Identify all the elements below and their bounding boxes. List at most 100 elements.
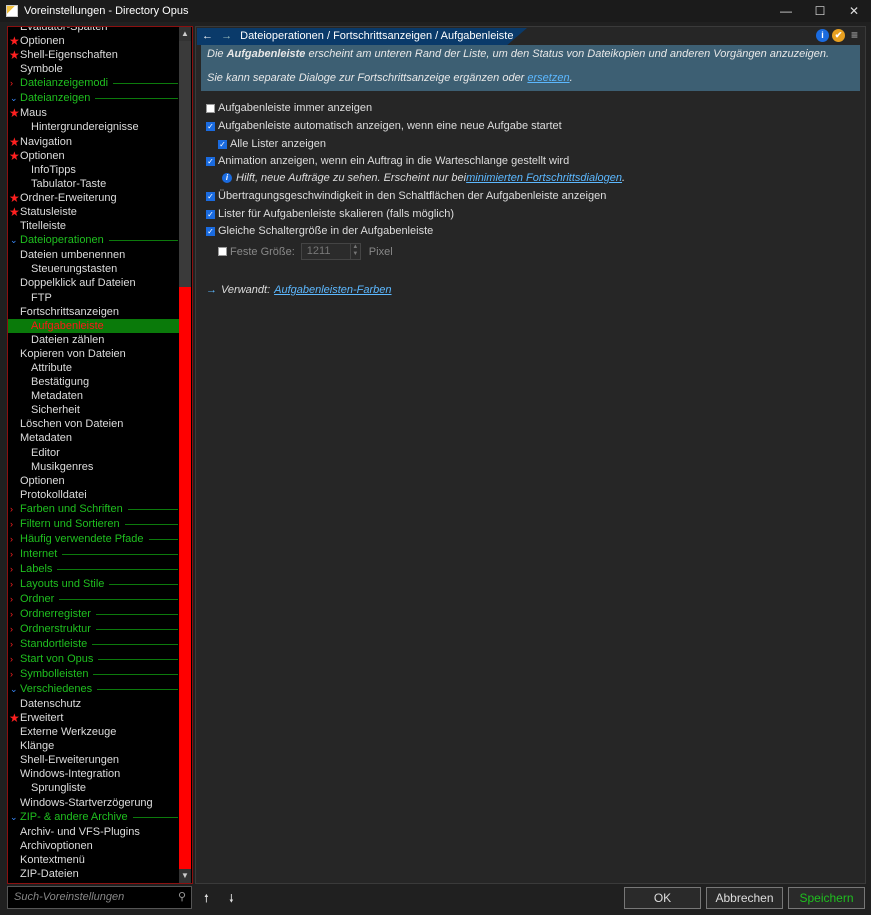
back-icon[interactable]: ← — [202, 30, 213, 42]
tree-item[interactable]: ★ Ordner-Erweiterung — [8, 191, 180, 205]
check-icon[interactable]: ✔ — [832, 29, 845, 42]
minimize-button[interactable]: — — [769, 0, 803, 22]
tree-item[interactable]: Externe Werkzeuge — [8, 725, 180, 739]
search-input[interactable]: Such-Voreinstellungen ⚲ — [7, 886, 192, 909]
info-icon[interactable]: i — [816, 29, 829, 42]
move-up-button[interactable]: 🠕 — [204, 890, 209, 909]
tree-item[interactable]: ★ Navigation — [8, 135, 180, 149]
tree-item[interactable]: Symbole — [8, 62, 180, 76]
tree-item[interactable]: Kopieren von Dateien — [8, 347, 180, 361]
minimized-dialogs-link[interactable]: minimierten Fortschrittsdialogen — [466, 172, 622, 184]
checkbox[interactable] — [206, 103, 215, 113]
tree-category[interactable]: › Ordnerregister — [8, 607, 180, 622]
chevron-down-icon[interactable]: ⌄ — [10, 810, 18, 825]
ok-button[interactable]: OK — [624, 887, 701, 909]
tree-category[interactable]: › Layouts und Stile — [8, 577, 180, 592]
chevron-right-icon[interactable]: › — [10, 562, 13, 577]
tree-item[interactable]: Datenschutz — [8, 697, 180, 711]
tree-category[interactable]: › Internet — [8, 547, 180, 562]
cancel-button[interactable]: Abbrechen — [706, 887, 783, 909]
spinner-icon[interactable]: ▲ ▼ — [349, 244, 360, 259]
chevron-right-icon[interactable]: › — [10, 652, 13, 667]
tree-item[interactable]: ★ Optionen — [8, 149, 180, 163]
tree-item[interactable]: Sicherheit — [8, 403, 180, 417]
forward-icon[interactable]: → — [221, 30, 232, 42]
checkbox[interactable] — [218, 247, 227, 256]
maximize-button[interactable]: ☐ — [803, 0, 837, 22]
chevron-right-icon[interactable]: › — [10, 607, 13, 622]
tree-item[interactable]: Hintergrundereignisse — [8, 120, 180, 134]
taskbar-colors-link[interactable]: Aufgabenleisten-Farben — [274, 284, 391, 296]
scroll-thumb[interactable] — [179, 41, 191, 287]
tree-item[interactable]: FTP — [8, 291, 180, 305]
tree-item[interactable]: Metadaten — [8, 431, 180, 445]
menu-icon[interactable]: ≡ — [848, 29, 861, 42]
tree-item[interactable]: Aufgabenleiste — [8, 318, 180, 333]
tree-category[interactable]: ⌄ Dateioperationen — [8, 233, 180, 248]
tree-item[interactable]: ZIP-Dateien — [8, 867, 180, 881]
tree-item[interactable]: Protokolldatei — [8, 488, 180, 502]
chevron-right-icon[interactable]: › — [10, 547, 13, 562]
tree-item[interactable]: Kontextmenü — [8, 853, 180, 867]
chevron-down-icon[interactable]: ⌄ — [10, 233, 18, 248]
tree-item[interactable]: Metadaten — [8, 389, 180, 403]
checkbox[interactable]: ✓ — [218, 139, 227, 149]
tree-item[interactable]: Attribute — [8, 361, 180, 375]
close-button[interactable]: ✕ — [837, 0, 871, 22]
tree-category[interactable]: › Farben und Schriften — [8, 502, 180, 517]
tree-item[interactable]: Editor — [8, 446, 180, 460]
tree-item[interactable]: Tabulator-Taste — [8, 177, 180, 191]
tree-item[interactable]: Steuerungstasten — [8, 262, 180, 276]
tree-item[interactable]: Musikgenres — [8, 460, 180, 474]
checkbox[interactable]: ✓ — [206, 209, 215, 219]
tree-category[interactable]: › Ordner — [8, 592, 180, 607]
chevron-right-icon[interactable]: › — [10, 532, 13, 547]
chevron-right-icon[interactable]: › — [10, 622, 13, 637]
replace-link[interactable]: ersetzen — [527, 72, 569, 84]
scroll-down-icon[interactable]: ▼ — [179, 869, 191, 883]
move-down-button[interactable]: 🠗 — [229, 890, 234, 909]
tree-item[interactable]: ★ Shell-Eigenschaften — [8, 48, 180, 62]
tree-item[interactable]: Evaluator-Spalten — [8, 27, 180, 34]
chevron-right-icon[interactable]: › — [10, 502, 13, 517]
tree-item[interactable]: Bestätigung — [8, 375, 180, 389]
chevron-right-icon[interactable]: › — [10, 517, 13, 532]
tree-item[interactable]: Windows-Startverzögerung — [8, 796, 180, 810]
tree-category[interactable]: › Ordnerstruktur — [8, 622, 180, 637]
tree-category[interactable]: ⌄ Dateianzeigen — [8, 91, 180, 106]
tree-item[interactable]: Dateien umbenennen — [8, 248, 180, 262]
tree-scrollbar[interactable]: ▲ ▼ — [179, 27, 191, 883]
tree-item[interactable]: Windows-Integration — [8, 767, 180, 781]
tree-item[interactable]: Archiv- und VFS-Plugins — [8, 825, 180, 839]
tree-item[interactable]: Titelleiste — [8, 219, 180, 233]
tree-category[interactable]: › Labels — [8, 562, 180, 577]
scroll-up-icon[interactable]: ▲ — [179, 27, 191, 41]
search-icon[interactable]: ⚲ — [178, 890, 186, 903]
tree-category[interactable]: › Symbolleisten — [8, 667, 180, 682]
tree-item[interactable]: ★ Maus — [8, 106, 180, 120]
tree-item[interactable]: Löschen von Dateien — [8, 417, 180, 431]
tree-category[interactable]: ⌄ ZIP- & andere Archive — [8, 810, 180, 825]
tree-item[interactable]: Archivoptionen — [8, 839, 180, 853]
tree-category[interactable]: ⌄ Verschiedenes — [8, 682, 180, 697]
chevron-right-icon[interactable]: › — [10, 637, 13, 652]
tree-category[interactable]: › Standortleiste — [8, 637, 180, 652]
chevron-right-icon[interactable]: › — [10, 667, 13, 682]
tree-item[interactable]: Shell-Erweiterungen — [8, 753, 180, 767]
tree-category[interactable]: › Dateianzeigemodi — [8, 76, 180, 91]
tree-item[interactable]: Optionen — [8, 474, 180, 488]
chevron-right-icon[interactable]: › — [10, 76, 13, 91]
tree-item[interactable]: ★ Statusleiste — [8, 205, 180, 219]
tree-item[interactable]: ★ Erweitert — [8, 711, 180, 725]
checkbox[interactable]: ✓ — [206, 191, 215, 201]
tree-item[interactable]: Klänge — [8, 739, 180, 753]
tree-category[interactable]: › Start von Opus — [8, 652, 180, 667]
save-button[interactable]: Speichern — [788, 887, 865, 909]
tree-item[interactable]: InfoTipps — [8, 163, 180, 177]
tree-category[interactable]: › Häufig verwendete Pfade — [8, 532, 180, 547]
tree-item[interactable]: Doppelklick auf Dateien — [8, 276, 180, 290]
fixed-size-input[interactable]: 1211 ▲ ▼ — [300, 243, 361, 260]
chevron-down-icon[interactable]: ⌄ — [10, 91, 18, 106]
chevron-down-icon[interactable]: ⌄ — [10, 682, 18, 697]
checkbox[interactable]: ✓ — [206, 121, 215, 131]
